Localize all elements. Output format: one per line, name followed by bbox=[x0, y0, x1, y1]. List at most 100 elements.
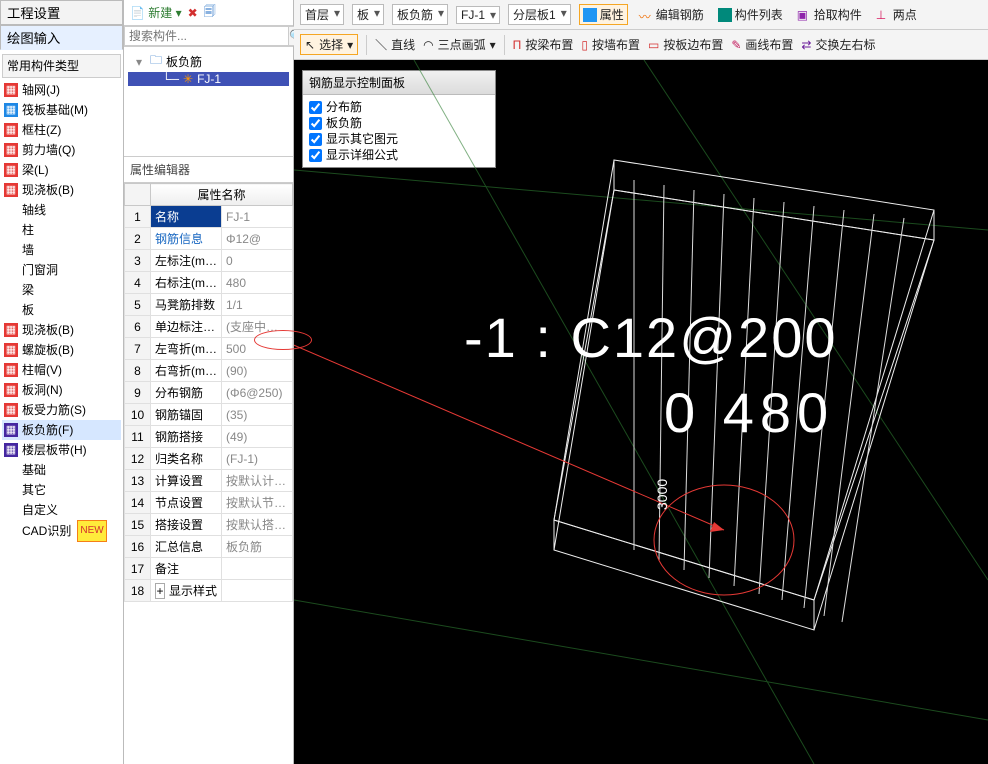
slab-icon: ▭ bbox=[648, 38, 659, 52]
property-value[interactable] bbox=[222, 558, 293, 580]
property-row[interactable]: 13 计算设置按默认计算设置计算 bbox=[125, 470, 293, 492]
draw-line-place[interactable]: ✎画线布置 bbox=[731, 36, 793, 53]
property-value[interactable] bbox=[222, 580, 293, 602]
property-value[interactable]: Φ12@ bbox=[222, 228, 293, 250]
tree-item[interactable]: ▦框柱(Z) bbox=[2, 120, 121, 140]
attributes-button[interactable]: 属性 bbox=[579, 4, 628, 25]
property-value[interactable]: 按默认节点设置计算 bbox=[222, 492, 293, 514]
property-row[interactable]: 16 汇总信息板负筋 bbox=[125, 536, 293, 558]
property-value[interactable]: 0 bbox=[222, 250, 293, 272]
property-row[interactable]: 6 单边标注位置(支座中心线) bbox=[125, 316, 293, 338]
tree-item[interactable]: ▦螺旋板(B) bbox=[2, 340, 121, 360]
property-value[interactable]: 按默认搭接设置计算 bbox=[222, 514, 293, 536]
pick-component-button[interactable]: ▣拾取构件 bbox=[794, 5, 865, 24]
place-by-beam[interactable]: Π按梁布置 bbox=[513, 36, 574, 53]
property-value[interactable]: (FJ-1) bbox=[222, 448, 293, 470]
property-value[interactable]: 480 bbox=[222, 272, 293, 294]
tree-item[interactable]: 梁 bbox=[2, 280, 121, 300]
property-row[interactable]: 3左标注(mm)0 bbox=[125, 250, 293, 272]
property-row[interactable]: 4右标注(mm)480 bbox=[125, 272, 293, 294]
layer-select[interactable]: 分层板1 bbox=[508, 4, 571, 25]
property-row[interactable]: 8 右弯折(mm)(90) bbox=[125, 360, 293, 382]
property-value[interactable]: (49) bbox=[222, 426, 293, 448]
tree-item[interactable]: 自定义 bbox=[2, 500, 121, 520]
tab-project-settings[interactable]: 工程设置 bbox=[0, 0, 123, 25]
property-row[interactable]: 12 归类名称(FJ-1) bbox=[125, 448, 293, 470]
viewport-3d[interactable]: 钢筋显示控制面板 分布筋板负筋显示其它图元显示详细公式 bbox=[294, 60, 988, 764]
tree-item[interactable]: 门窗洞 bbox=[2, 260, 121, 280]
property-row[interactable]: 10 钢筋锚固(35) bbox=[125, 404, 293, 426]
property-value[interactable]: FJ-1 bbox=[222, 206, 293, 228]
draw-line[interactable]: ＼直线 bbox=[375, 36, 415, 53]
component-type-icon: ▦ bbox=[4, 103, 18, 117]
context-toolbar: 首层 板 板负筋 FJ-1 分层板1 属性 〰编辑钢筋 构件列表 ▣拾取构件 ⊥… bbox=[294, 0, 988, 30]
property-value[interactable]: 按默认计算设置计算 bbox=[222, 470, 293, 492]
tree-item-label: 板 bbox=[22, 300, 34, 320]
tree-item[interactable]: CAD识别NEW bbox=[2, 520, 121, 542]
tree-item[interactable]: 板 bbox=[2, 300, 121, 320]
category-select[interactable]: 板 bbox=[352, 4, 384, 25]
property-value[interactable]: (90) bbox=[222, 360, 293, 382]
property-row[interactable]: 17 备注 bbox=[125, 558, 293, 580]
item-select[interactable]: FJ-1 bbox=[456, 6, 500, 24]
cursor-icon: ↖ bbox=[305, 38, 315, 52]
property-row[interactable]: 2钢筋信息Φ12@ bbox=[125, 228, 293, 250]
tree-item[interactable]: 基础 bbox=[2, 460, 121, 480]
search-input[interactable] bbox=[124, 26, 289, 46]
tree-item[interactable]: ▦现浇板(B) bbox=[2, 180, 121, 200]
tree-item[interactable]: 柱 bbox=[2, 220, 121, 240]
property-row[interactable]: 7 左弯折(mm)500 bbox=[125, 338, 293, 360]
row-number: 6 bbox=[125, 316, 151, 338]
tree-item[interactable]: ▦轴网(J) bbox=[2, 80, 121, 100]
component-type-icon: ▦ bbox=[4, 143, 18, 157]
two-point-button[interactable]: ⊥两点 bbox=[873, 5, 920, 24]
draw-arc[interactable]: ◠三点画弧 ▾ bbox=[423, 36, 496, 53]
copy-icon[interactable]: 🗐 bbox=[204, 2, 216, 23]
component-list-button[interactable]: 构件列表 bbox=[715, 5, 786, 24]
tree-item[interactable]: ▦筏板基础(M) bbox=[2, 100, 121, 120]
property-value[interactable]: 500 bbox=[222, 338, 293, 360]
tree-item[interactable]: ▦梁(L) bbox=[2, 160, 121, 180]
tree-item[interactable]: ▦现浇板(B) bbox=[2, 320, 121, 340]
subcat-select[interactable]: 板负筋 bbox=[392, 4, 448, 25]
select-mode[interactable]: ↖选择 ▾ bbox=[300, 34, 358, 55]
property-row[interactable]: 11 钢筋搭接(49) bbox=[125, 426, 293, 448]
property-value[interactable]: (Φ6@250) bbox=[222, 382, 293, 404]
component-instance-tree[interactable]: ▾🗀板负筋 └─✳FJ-1 bbox=[124, 47, 293, 157]
left-sidebar: 工程设置 绘图输入 常用构件类型 ▦轴网(J)▦筏板基础(M)▦框柱(Z)▦剪力… bbox=[0, 0, 124, 764]
property-value[interactable]: 板负筋 bbox=[222, 536, 293, 558]
property-row[interactable]: 18+显示样式 bbox=[125, 580, 293, 602]
tab-draw-input[interactable]: 绘图输入 bbox=[0, 25, 123, 50]
beam-icon: Π bbox=[513, 38, 522, 52]
tree-item[interactable]: 墙 bbox=[2, 240, 121, 260]
tree-item[interactable]: 其它 bbox=[2, 480, 121, 500]
property-row[interactable]: 9 分布钢筋(Φ6@250) bbox=[125, 382, 293, 404]
place-by-wall[interactable]: ▯按墙布置 bbox=[581, 36, 640, 53]
tree-item[interactable]: ▦板负筋(F) bbox=[2, 420, 121, 440]
tree-item[interactable]: ▦柱帽(V) bbox=[2, 360, 121, 380]
close-icon[interactable]: ✖ bbox=[188, 6, 198, 20]
property-value[interactable]: (支座中心线) bbox=[222, 316, 293, 338]
tree-item[interactable]: ▦板洞(N) bbox=[2, 380, 121, 400]
property-value[interactable]: 1/1 bbox=[222, 294, 293, 316]
component-type-icon bbox=[4, 524, 18, 538]
tree-item[interactable]: 轴线 bbox=[2, 200, 121, 220]
tree-item[interactable]: ▦楼层板带(H) bbox=[2, 440, 121, 460]
swap-labels[interactable]: ⇄交换左右标 bbox=[801, 36, 875, 53]
new-button[interactable]: 📄 新建 ▾ bbox=[130, 4, 182, 21]
row-number: 13 bbox=[125, 470, 151, 492]
row-number: 14 bbox=[125, 492, 151, 514]
property-row[interactable]: 14 节点设置按默认节点设置计算 bbox=[125, 492, 293, 514]
property-row[interactable]: 5马凳筋排数1/1 bbox=[125, 294, 293, 316]
edit-rebar-button[interactable]: 〰编辑钢筋 bbox=[636, 5, 707, 24]
property-grid[interactable]: 属性名称 1名称FJ-12钢筋信息Φ12@3左标注(mm)04右标注(mm)48… bbox=[124, 183, 293, 764]
tree-item[interactable]: ▦剪力墙(Q) bbox=[2, 140, 121, 160]
property-name: 右弯折(mm) bbox=[151, 360, 222, 382]
tree-item-label: 框柱(Z) bbox=[22, 120, 61, 140]
floor-select[interactable]: 首层 bbox=[300, 4, 344, 25]
tree-item[interactable]: ▦板受力筋(S) bbox=[2, 400, 121, 420]
property-value[interactable]: (35) bbox=[222, 404, 293, 426]
property-row[interactable]: 15 搭接设置按默认搭接设置计算 bbox=[125, 514, 293, 536]
place-by-slab-edge[interactable]: ▭按板边布置 bbox=[648, 36, 723, 53]
property-row[interactable]: 1名称FJ-1 bbox=[125, 206, 293, 228]
